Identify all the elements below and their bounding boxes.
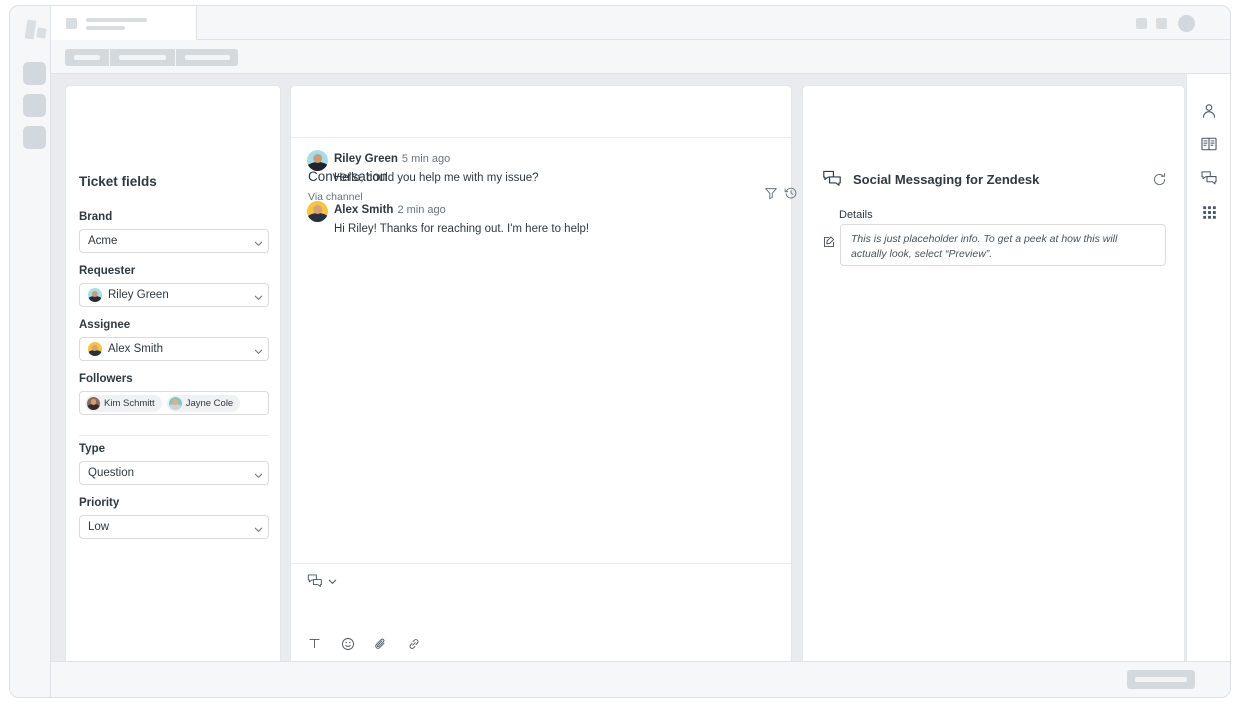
field-type: Type Question (79, 443, 269, 485)
message-time: 2 min ago (397, 204, 446, 216)
emoji-icon[interactable] (340, 636, 355, 651)
field-assignee-value: Alex Smith (108, 343, 163, 355)
social-messaging-icon (822, 169, 842, 189)
avatar (88, 342, 102, 356)
divider (291, 563, 791, 564)
edit-icon[interactable] (822, 235, 836, 249)
main-canvas: Ticket fields Brand Acme Requester Riley… (51, 74, 1230, 665)
user-icon[interactable] (1198, 100, 1220, 122)
follower-pill[interactable]: Kim Schmitt (85, 394, 162, 412)
avatar (87, 396, 100, 410)
field-priority-select[interactable]: Low (79, 515, 269, 539)
follower-name: Jayne Cole (185, 397, 234, 409)
conversation-panel: Conversation Via channel Riley Green 5 m… (290, 85, 815, 665)
zendesk-logo-icon[interactable] (23, 19, 47, 42)
ticket-fields-panel: Ticket fields Brand Acme Requester Riley… (65, 85, 281, 665)
chevron-down-icon (253, 238, 263, 246)
field-followers: Followers Kim Schmitt Jayne Cole (79, 373, 269, 415)
field-requester-value: Riley Green (108, 289, 169, 301)
field-type-value: Question (88, 467, 135, 479)
square-placeholder-2[interactable] (1156, 18, 1167, 29)
chevron-down-icon (253, 292, 263, 300)
tab-subtitle-placeholder (86, 26, 125, 30)
submit-button-skeleton[interactable] (1127, 670, 1195, 689)
toolbar-skeleton-2[interactable] (110, 49, 175, 66)
field-requester-label: Requester (79, 265, 136, 277)
divider (79, 435, 269, 436)
text-format-icon[interactable] (307, 636, 322, 651)
message-body: Hi Riley! Thanks for reaching out. I'm h… (334, 223, 590, 235)
channel-selector[interactable] (307, 573, 338, 589)
message-body: Hello, could you help me with my issue? (334, 172, 539, 184)
chevron-down-icon (253, 524, 263, 532)
ticket-tab-skeleton[interactable] (51, 6, 197, 40)
conversations-icon[interactable] (1198, 167, 1220, 189)
app-title: Social Messaging for Zendesk (853, 172, 1040, 187)
field-priority: Priority Low (79, 497, 269, 539)
message-author: Riley Green (334, 153, 398, 165)
field-type-select[interactable]: Question (79, 461, 269, 485)
nav-placeholder-1[interactable] (23, 62, 46, 85)
nav-placeholder-2[interactable] (23, 94, 46, 117)
tab-title-placeholder (86, 18, 147, 22)
tab-icon-placeholder (66, 18, 77, 29)
toolbar-skeleton-3[interactable] (176, 49, 238, 66)
follower-name: Kim Schmitt (104, 397, 155, 409)
chevron-down-icon (253, 470, 263, 478)
message-time: 5 min ago (401, 153, 451, 165)
field-brand-value: Acme (88, 235, 118, 247)
details-label: Details (839, 209, 873, 221)
attachment-icon[interactable] (373, 636, 388, 651)
toolbar-skeleton-1[interactable] (65, 49, 109, 66)
avatar-placeholder[interactable] (1178, 15, 1195, 32)
field-priority-label: Priority (79, 497, 120, 509)
knowledge-base-icon[interactable] (1198, 133, 1220, 155)
left-nav-rail (10, 6, 51, 697)
apps-grid-icon[interactable] (1198, 201, 1220, 223)
composer-toolbar (307, 636, 421, 651)
field-type-label: Type (79, 443, 105, 455)
avatar (307, 201, 328, 222)
field-followers-label: Followers (79, 373, 133, 385)
field-assignee-select[interactable]: Alex Smith (79, 337, 269, 361)
message-list: Riley Green 5 min ago Hello, could you he… (291, 149, 791, 251)
field-brand: Brand Acme (79, 211, 269, 253)
avatar (88, 288, 102, 302)
field-priority-value: Low (88, 521, 110, 533)
nav-placeholder-3[interactable] (23, 126, 46, 149)
avatar (307, 150, 328, 171)
message-item: Alex Smith 2 min ago Hi Riley! Thanks for… (291, 200, 791, 241)
top-chrome-bar (51, 6, 1230, 40)
message-item: Riley Green 5 min ago Hello, could you he… (291, 149, 791, 190)
message-author: Alex Smith (334, 204, 394, 216)
square-placeholder-1[interactable] (1136, 18, 1147, 29)
toolbar-skeleton-row (51, 40, 1230, 74)
field-assignee: Assignee Alex Smith (79, 319, 269, 361)
link-icon[interactable] (406, 636, 421, 651)
app-window: Ticket fields Brand Acme Requester Riley… (9, 5, 1231, 698)
field-brand-label: Brand (79, 211, 113, 223)
chevron-down-icon (253, 346, 263, 354)
bottom-bar (51, 661, 1230, 697)
avatar (168, 396, 182, 410)
divider (291, 137, 791, 138)
field-assignee-label: Assignee (79, 319, 131, 331)
followers-input[interactable]: Kim Schmitt Jayne Cole (79, 391, 269, 415)
chevron-down-icon (327, 576, 338, 587)
details-textarea[interactable]: This is just placeholder info. To get a … (840, 224, 1166, 266)
apps-panel: Social Messaging for Zendesk Details Thi… (802, 85, 1185, 665)
right-icon-rail (1186, 74, 1230, 661)
follower-pill[interactable]: Jayne Cole (166, 394, 241, 412)
messaging-channel-icon (307, 573, 323, 589)
refresh-icon[interactable] (1152, 172, 1167, 187)
field-requester: Requester Riley Green (79, 265, 269, 307)
field-requester-select[interactable]: Riley Green (79, 283, 269, 307)
ticket-fields-title: Ticket fields (79, 174, 157, 189)
field-brand-select[interactable]: Acme (79, 229, 269, 253)
